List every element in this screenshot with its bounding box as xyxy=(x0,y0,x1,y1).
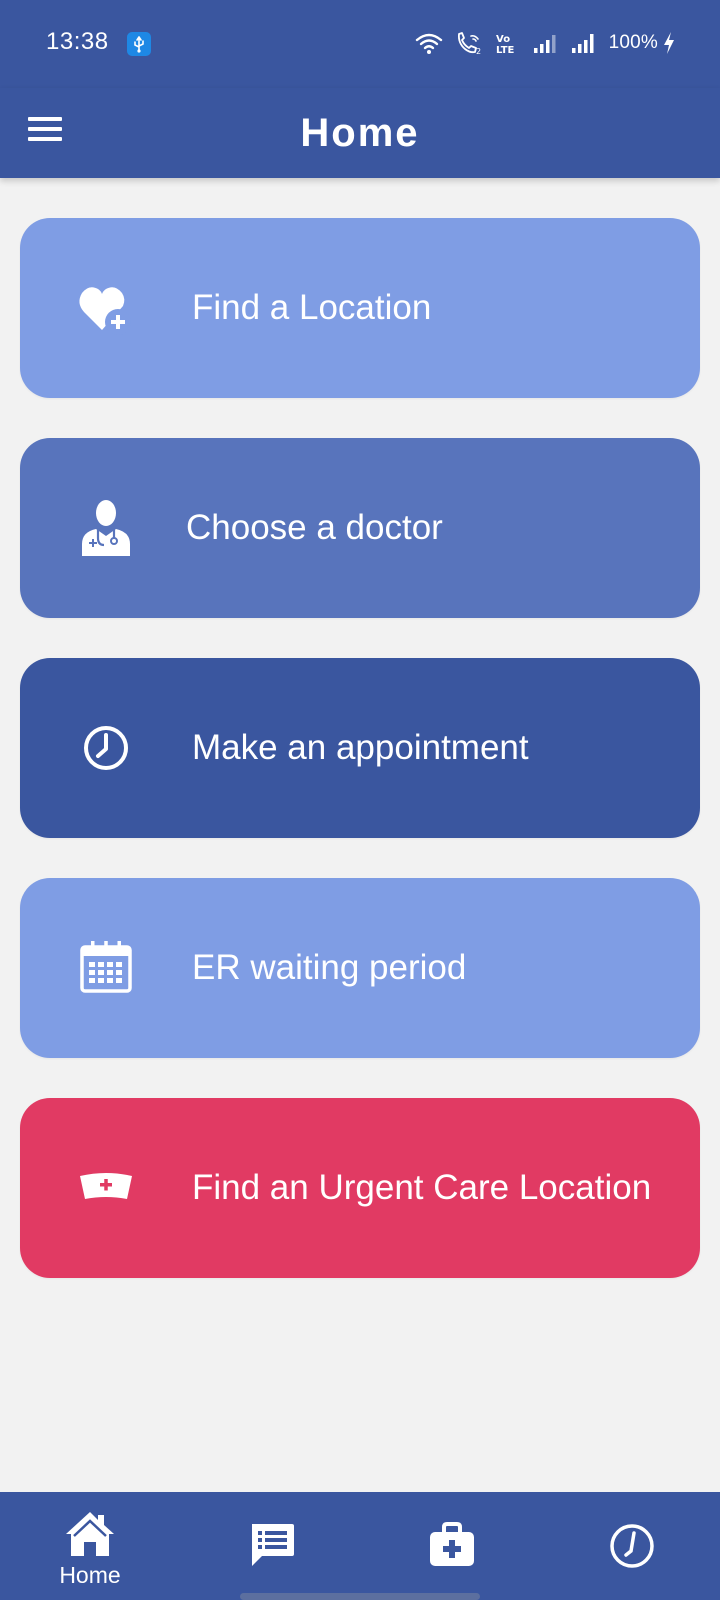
make-appointment-label: Make an appointment xyxy=(192,728,529,767)
status-bar: 13:38 2 Vo LTE 100% xyxy=(0,0,720,88)
signal-2-icon xyxy=(571,32,597,54)
gesture-bar[interactable] xyxy=(240,1593,480,1600)
calendar-icon xyxy=(76,938,136,998)
doctor-icon xyxy=(76,498,136,558)
nav-history[interactable] xyxy=(572,1492,692,1600)
heart-plus-icon xyxy=(76,278,136,338)
er-waiting-card[interactable]: ER waiting period xyxy=(20,878,700,1058)
svg-text:LTE: LTE xyxy=(496,45,515,55)
nurse-cap-icon xyxy=(76,1158,136,1218)
choose-doctor-card[interactable]: Choose a doctor xyxy=(20,438,700,618)
clock-icon xyxy=(76,718,136,778)
app-bar: Home xyxy=(0,88,720,178)
urgent-care-card[interactable]: Find an Urgent Care Location xyxy=(20,1098,700,1278)
svg-text:2: 2 xyxy=(476,47,481,55)
status-time: 13:38 xyxy=(46,28,109,55)
charging-icon xyxy=(662,31,676,55)
usb-icon xyxy=(127,32,151,56)
find-location-label: Find a Location xyxy=(192,288,432,327)
medical-kit-icon xyxy=(430,1522,474,1566)
svg-text:Vo: Vo xyxy=(496,34,510,45)
nav-home-label: Home xyxy=(59,1562,121,1588)
wifi-calling-icon: 2 xyxy=(455,31,483,55)
nav-messages[interactable] xyxy=(212,1492,332,1600)
signal-1-icon xyxy=(533,32,559,54)
choose-doctor-label: Choose a doctor xyxy=(186,508,443,547)
nav-home[interactable]: Home xyxy=(30,1492,150,1600)
home-icon xyxy=(66,1512,114,1556)
volte-icon: Vo LTE xyxy=(495,31,521,55)
status-icons: 2 Vo LTE 100% xyxy=(415,26,676,60)
battery-level: 100% xyxy=(608,32,658,53)
clock-icon xyxy=(610,1524,654,1568)
find-location-card[interactable]: Find a Location xyxy=(20,218,700,398)
nav-medical[interactable] xyxy=(392,1492,512,1600)
bottom-nav: Home xyxy=(0,1492,720,1600)
chat-icon xyxy=(252,1524,294,1566)
make-appointment-card[interactable]: Make an appointment xyxy=(20,658,700,838)
page-title: Home xyxy=(300,111,420,155)
urgent-care-label: Find an Urgent Care Location xyxy=(192,1168,652,1207)
er-waiting-label: ER waiting period xyxy=(192,948,467,987)
wifi-icon xyxy=(415,31,443,55)
